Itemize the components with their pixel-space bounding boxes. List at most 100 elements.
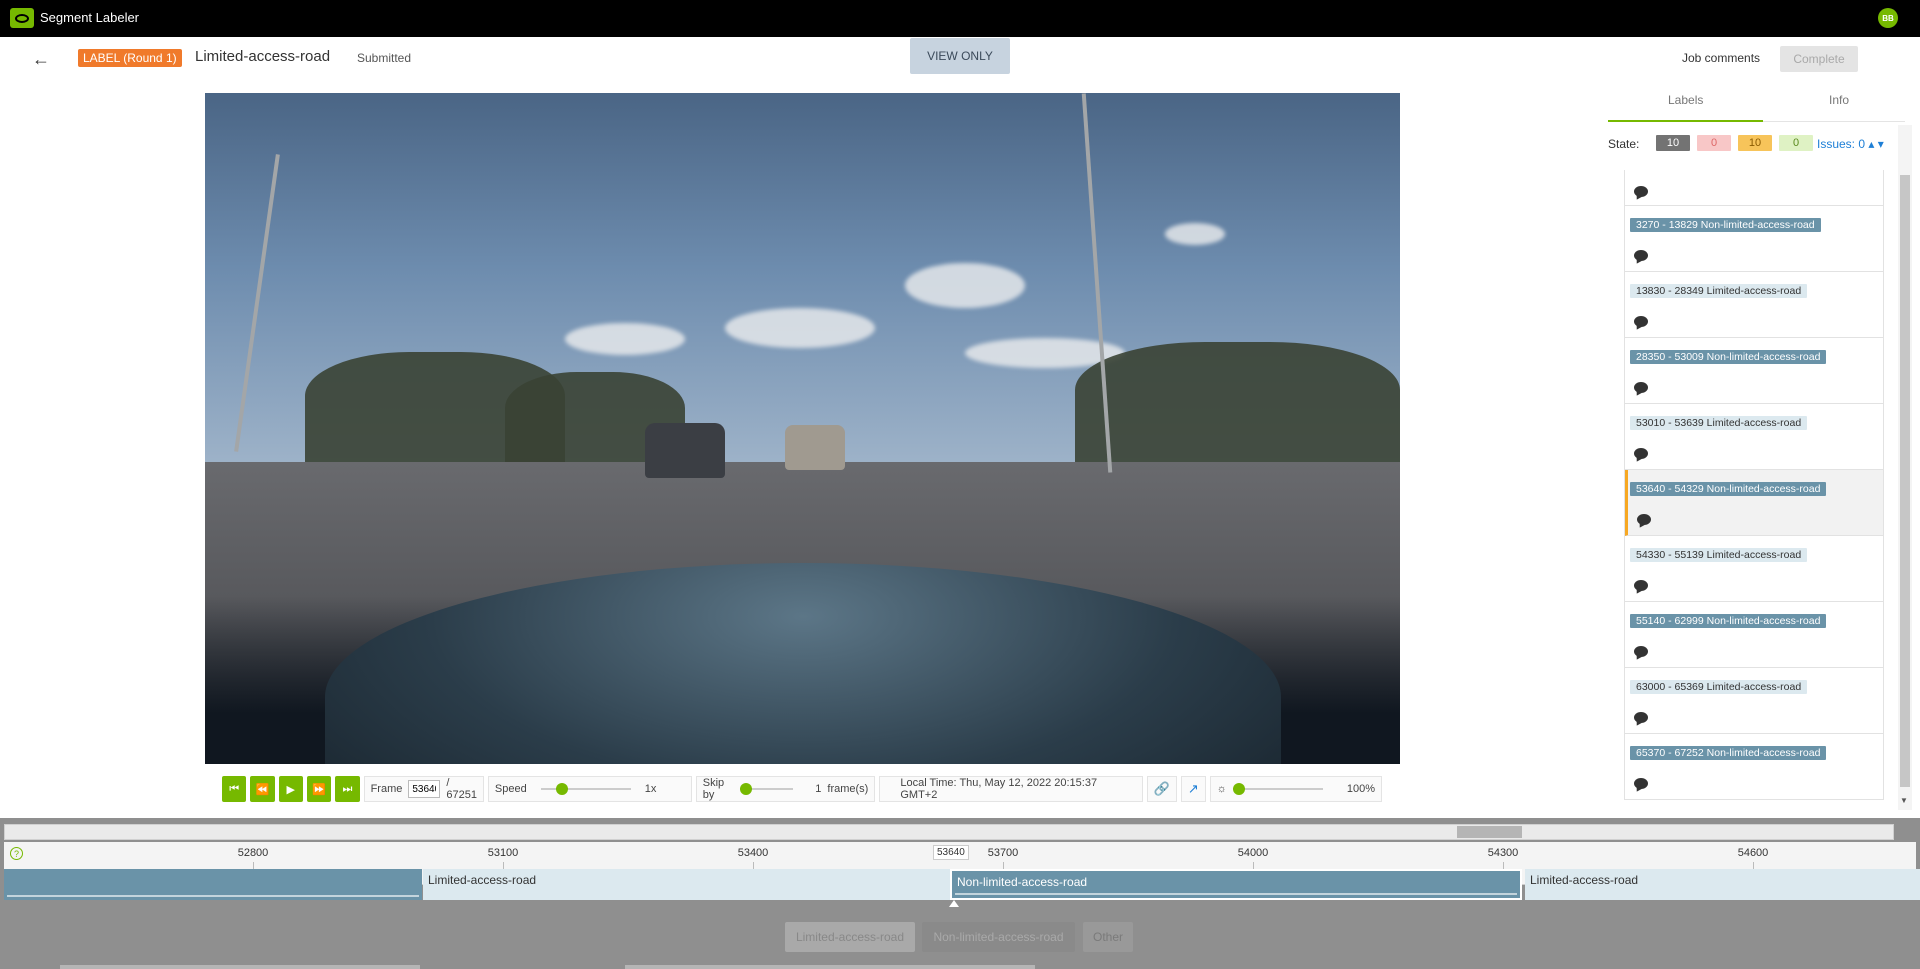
status-text: Submitted — [357, 51, 412, 65]
list-item[interactable]: 28350 - 53009 Non-limited-access-road — [1625, 338, 1883, 404]
skip-to-start-icon[interactable]: ⏮ — [222, 776, 247, 802]
timeline-segment[interactable]: Non-limited-access-road — [950, 869, 1522, 900]
state-count-chip[interactable]: 10 — [1738, 135, 1772, 151]
job-comments-link[interactable]: Job comments — [1682, 51, 1760, 65]
comment-icon[interactable] — [1634, 778, 1648, 789]
segment-label[interactable]: 53640 - 54329 Non-limited-access-road — [1630, 482, 1827, 496]
brightness-slider-knob[interactable] — [1232, 783, 1245, 795]
list-item[interactable]: 65370 - 67252 Non-limited-access-road — [1625, 734, 1883, 800]
external-link-icon[interactable]: ↗ — [1188, 781, 1199, 797]
limited-access-road-button[interactable]: Limited-access-road — [785, 922, 915, 952]
segment-label[interactable]: 13830 - 28349 Limited-access-road — [1630, 284, 1808, 298]
list-item[interactable]: 3270 - 13829 Non-limited-access-road — [1625, 206, 1883, 272]
comment-icon[interactable] — [1637, 514, 1651, 525]
list-item[interactable]: 63000 - 65369 Limited-access-road — [1625, 668, 1883, 734]
list-item[interactable]: 55140 - 62999 Non-limited-access-road — [1625, 602, 1883, 668]
active-tab-indicator — [1608, 120, 1763, 122]
comment-icon[interactable] — [1634, 712, 1648, 723]
round-badge: LABEL (Round 1) — [78, 49, 182, 67]
comment-icon[interactable] — [1634, 580, 1648, 591]
segment-label[interactable]: 54330 - 55139 Limited-access-road — [1630, 548, 1808, 562]
timeline-tick-label: 54600 — [1737, 847, 1769, 859]
view-only-button[interactable]: VIEW ONLY — [910, 38, 1010, 74]
timeline-segment-underline — [955, 893, 1517, 895]
list-item[interactable]: 53640 - 54329 Non-limited-access-road — [1625, 470, 1883, 536]
state-label: State: — [1608, 137, 1640, 151]
trees — [1075, 342, 1400, 463]
timeline-segment[interactable] — [4, 869, 422, 900]
state-count-chip[interactable]: 0 — [1779, 135, 1813, 151]
comment-icon[interactable] — [1634, 186, 1648, 197]
other-button[interactable]: Other — [1083, 922, 1133, 952]
timeline-segment-underline — [7, 895, 419, 897]
segment-label[interactable]: 63000 - 65369 Limited-access-road — [1630, 680, 1808, 694]
play-icon[interactable]: ▶ — [278, 776, 303, 802]
panel-scrollbar[interactable] — [1898, 125, 1912, 810]
list-item[interactable]: 53010 - 53639 Limited-access-road — [1625, 404, 1883, 470]
skip-unit: frame(s) — [827, 783, 869, 795]
comment-icon[interactable] — [1634, 646, 1648, 657]
scrollbar-thumb[interactable] — [1900, 175, 1910, 787]
tab-labels[interactable]: Labels — [1668, 93, 1703, 107]
link-icon[interactable]: 🔗 — [1154, 781, 1170, 797]
cloud — [725, 308, 875, 348]
list-item[interactable] — [1625, 170, 1883, 206]
segment-label[interactable]: 28350 - 53009 Non-limited-access-road — [1630, 350, 1827, 364]
skip-label: Skip by — [702, 777, 725, 801]
bottom-scroll-strip — [60, 965, 420, 969]
comment-icon[interactable] — [1634, 316, 1648, 327]
bottom-scroll-strip — [625, 965, 1035, 969]
skip-slider[interactable] — [740, 783, 794, 795]
timeline-segment[interactable]: Limited-access-road — [423, 869, 950, 900]
frame-input[interactable] — [408, 780, 441, 798]
skip-slider-knob[interactable] — [740, 783, 753, 795]
speed-slider[interactable] — [540, 783, 631, 795]
timeline-segment[interactable]: Limited-access-road — [1525, 869, 1920, 900]
issues-navigator[interactable]: Issues: 0 ▴ ▾ — [1817, 137, 1884, 151]
brightness-group: ☼ 100% — [1209, 776, 1383, 802]
comment-icon[interactable] — [1634, 382, 1648, 393]
page-title: Limited-access-road — [195, 48, 331, 65]
speed-slider-knob[interactable] — [556, 783, 569, 795]
chevron-up-icon[interactable]: ▴ — [1868, 137, 1874, 151]
comment-icon[interactable] — [1634, 448, 1648, 459]
segment-label[interactable]: 65370 - 67252 Non-limited-access-road — [1630, 746, 1827, 760]
frame-group: Frame / 67251 — [363, 776, 484, 802]
fast-forward-icon[interactable]: ⏩ — [306, 776, 332, 802]
timeline-scroll-thumb[interactable] — [1457, 826, 1522, 838]
total-frames: / 67251 — [446, 777, 477, 801]
playhead-marker[interactable] — [949, 900, 959, 907]
timeline-tick-label: 53400 — [737, 847, 769, 859]
state-count-chip[interactable]: 0 — [1697, 135, 1731, 151]
non-limited-access-road-button[interactable]: Non-limited-access-road — [922, 922, 1075, 952]
video-frame[interactable] — [205, 93, 1400, 764]
list-item[interactable]: 54330 - 55139 Limited-access-road — [1625, 536, 1883, 602]
back-arrow-icon[interactable]: ← — [30, 48, 52, 70]
list-item[interactable]: 13830 - 28349 Limited-access-road — [1625, 272, 1883, 338]
timeline-scrollbar[interactable] — [4, 824, 1894, 840]
user-avatar[interactable]: BB — [1878, 8, 1898, 28]
top-bar: Segment Labeler BB — [0, 0, 1920, 37]
help-icon[interactable]: ? — [10, 847, 23, 860]
segment-label[interactable]: 55140 - 62999 Non-limited-access-road — [1630, 614, 1827, 628]
brightness-slider[interactable] — [1232, 783, 1323, 795]
segment-list: 3270 - 13829 Non-limited-access-road 1383… — [1624, 170, 1884, 800]
skip-to-end-icon[interactable]: ⏭ — [335, 776, 360, 802]
nvidia-logo-icon — [10, 8, 34, 28]
issues-count: Issues: 0 — [1817, 137, 1866, 151]
scroll-down-icon[interactable]: ▼ — [1900, 796, 1908, 805]
speed-label: Speed — [494, 783, 527, 795]
speed-value: 1x — [644, 783, 657, 795]
timeline-tick-label: 53100 — [487, 847, 519, 859]
brightness-value: 100% — [1346, 783, 1376, 795]
timeline-tick-label: 54000 — [1237, 847, 1269, 859]
comment-icon[interactable] — [1634, 250, 1648, 261]
chevron-down-icon[interactable]: ▾ — [1878, 137, 1884, 151]
segment-label[interactable]: 3270 - 13829 Non-limited-access-road — [1630, 218, 1821, 232]
complete-button[interactable]: Complete — [1780, 46, 1858, 72]
rewind-icon[interactable]: ⏪ — [250, 776, 275, 802]
open-group: ↗ — [1180, 776, 1206, 802]
state-count-chip[interactable]: 10 — [1656, 135, 1690, 151]
segment-label[interactable]: 53010 - 53639 Limited-access-road — [1630, 416, 1808, 430]
tab-info[interactable]: Info — [1829, 93, 1849, 107]
